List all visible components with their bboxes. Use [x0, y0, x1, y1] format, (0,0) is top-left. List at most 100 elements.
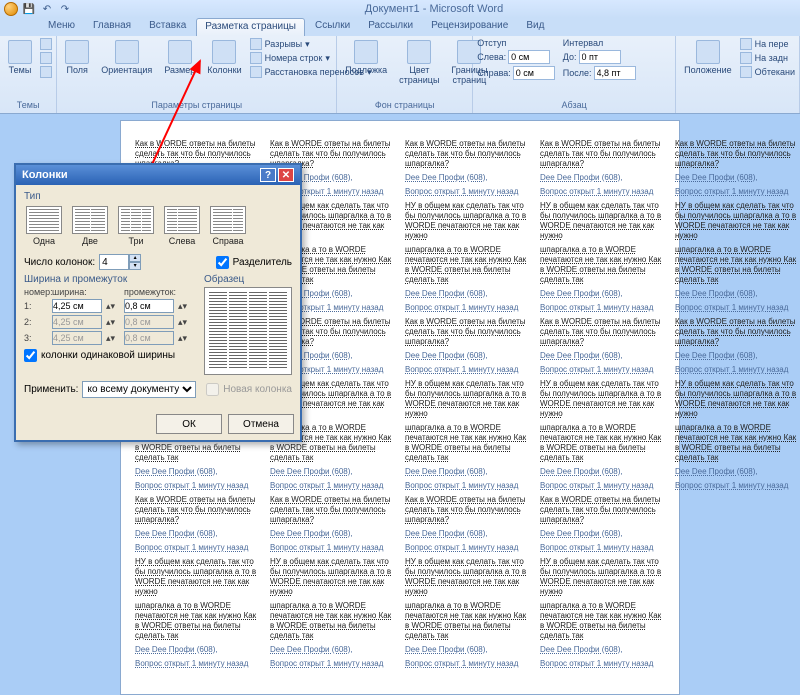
office-button[interactable] [4, 2, 18, 16]
size-label: Размер [164, 66, 195, 76]
type-two[interactable]: Две [70, 204, 110, 248]
divider-label: Разделитель [233, 257, 292, 268]
new-column-input [206, 383, 219, 396]
type-three[interactable]: Три [116, 204, 156, 248]
type-two-label: Две [82, 236, 98, 246]
ribbon-tabs: Меню Главная Вставка Разметка страницы С… [0, 18, 800, 36]
row1-gap[interactable] [124, 299, 174, 313]
tab-view[interactable]: Вид [518, 18, 552, 36]
theme-colors-icon[interactable] [40, 38, 52, 50]
indent-left-label: Слева: [477, 52, 506, 62]
bring-front-label: На пере [755, 39, 789, 49]
hyphenation-icon [250, 66, 262, 78]
breaks-label: Разрывы [265, 39, 302, 49]
indent-header: Отступ [477, 38, 555, 48]
spacing-before-label: До: [563, 52, 577, 62]
row1-num: 1: [24, 301, 48, 311]
preview-label: Образец [204, 274, 292, 285]
orientation-button[interactable]: Ориентация [97, 38, 156, 78]
tab-page-layout[interactable]: Разметка страницы [196, 18, 305, 36]
num-cols-up[interactable]: ▴ [129, 254, 141, 262]
titlebar: 💾 ↶ ↷ Документ1 - Microsoft Word [0, 0, 800, 18]
cancel-button[interactable]: Отмена [228, 414, 294, 434]
quick-access-toolbar: 💾 ↶ ↷ [4, 2, 72, 16]
margins-button[interactable]: Поля [61, 38, 93, 78]
divider-checkbox-input[interactable] [216, 256, 229, 269]
text-wrap-button[interactable]: Обтекани [740, 66, 795, 78]
tab-home[interactable]: Главная [85, 18, 139, 36]
tab-insert[interactable]: Вставка [141, 18, 194, 36]
type-one[interactable]: Одна [24, 204, 64, 248]
undo-icon[interactable]: ↶ [40, 2, 54, 16]
row1-width[interactable] [52, 299, 102, 313]
hdr-num: номер: [24, 287, 48, 297]
margins-icon [65, 40, 89, 64]
width-section-label: Ширина и промежуток [24, 274, 194, 285]
page-color-button[interactable]: Цвет страницы [395, 38, 443, 88]
apply-to-select[interactable]: ко всему документу [82, 381, 196, 398]
equal-width-input[interactable] [24, 349, 37, 362]
indent-right-input[interactable] [513, 66, 555, 80]
themes-button[interactable]: Темы [4, 38, 36, 78]
num-cols-down[interactable]: ▾ [129, 262, 141, 270]
hdr-width: ширина: [52, 287, 102, 297]
window-title: Документ1 - Microsoft Word [72, 3, 796, 15]
position-icon [696, 40, 720, 64]
columns-button[interactable]: Колонки [203, 38, 245, 78]
watermark-button[interactable]: Подложка [341, 38, 391, 78]
preview-box [204, 287, 292, 375]
ok-button[interactable]: ОК [156, 414, 222, 434]
position-label: Положение [684, 66, 732, 76]
dialog-help-button[interactable]: ? [260, 168, 276, 182]
size-button[interactable]: Размер [160, 38, 199, 78]
watermark-label: Подложка [345, 66, 387, 76]
type-left-label: Слева [169, 236, 195, 246]
type-one-label: Одна [33, 236, 55, 246]
column-type-row: Одна Две Три Слева Справа [24, 204, 292, 248]
tab-references[interactable]: Ссылки [307, 18, 358, 36]
num-cols-label: Число колонок: [24, 257, 95, 268]
send-behind-button[interactable]: На задн [740, 52, 795, 64]
tab-review[interactable]: Рецензирование [423, 18, 516, 36]
text-wrap-label: Обтекани [755, 67, 795, 77]
columns-dialog: Колонки ? ✕ Тип Одна Две Три Слева Справ… [14, 163, 302, 442]
orientation-icon [115, 40, 139, 64]
save-icon[interactable]: 💾 [22, 2, 36, 16]
num-cols-input[interactable] [99, 254, 129, 270]
tab-menu[interactable]: Меню [40, 18, 83, 36]
indent-left-input[interactable] [508, 50, 550, 64]
new-column-checkbox: Новая колонка [206, 383, 292, 396]
dialog-title: Колонки [22, 169, 68, 181]
spacing-after-input[interactable] [594, 66, 636, 80]
watermark-icon [354, 40, 378, 64]
size-icon [168, 40, 192, 64]
group-pagebg-label: Фон страницы [341, 99, 468, 111]
theme-fonts-icon[interactable] [40, 52, 52, 64]
divider-checkbox[interactable]: Разделитель [216, 256, 292, 269]
type-left[interactable]: Слева [162, 204, 202, 248]
row3-gap [124, 331, 174, 345]
breaks-icon [250, 38, 262, 50]
bring-front-button[interactable]: На пере [740, 38, 795, 50]
line-numbers-icon [250, 52, 262, 64]
spacing-before-input[interactable] [579, 50, 621, 64]
redo-icon[interactable]: ↷ [58, 2, 72, 16]
group-paragraph-label: Абзац [477, 99, 671, 111]
line-numbers-label: Номера строк [265, 53, 323, 63]
new-column-label: Новая колонка [223, 384, 292, 395]
equal-width-checkbox[interactable]: колонки одинаковой ширины [24, 349, 194, 362]
dialog-titlebar[interactable]: Колонки ? ✕ [16, 165, 300, 185]
type-right-label: Справа [212, 236, 243, 246]
group-pagesetup-label: Параметры страницы [61, 99, 332, 111]
position-button[interactable]: Положение [680, 38, 736, 78]
apply-to-label: Применить: [24, 384, 78, 395]
type-right[interactable]: Справа [208, 204, 248, 248]
row2-gap [124, 315, 174, 329]
group-arrange-label [680, 109, 795, 111]
type-three-label: Три [128, 236, 143, 246]
row2-width [52, 315, 102, 329]
theme-effects-icon[interactable] [40, 66, 52, 78]
tab-mailings[interactable]: Рассылки [360, 18, 421, 36]
dialog-close-button[interactable]: ✕ [278, 168, 294, 182]
spacing-header: Интервал [563, 38, 636, 48]
